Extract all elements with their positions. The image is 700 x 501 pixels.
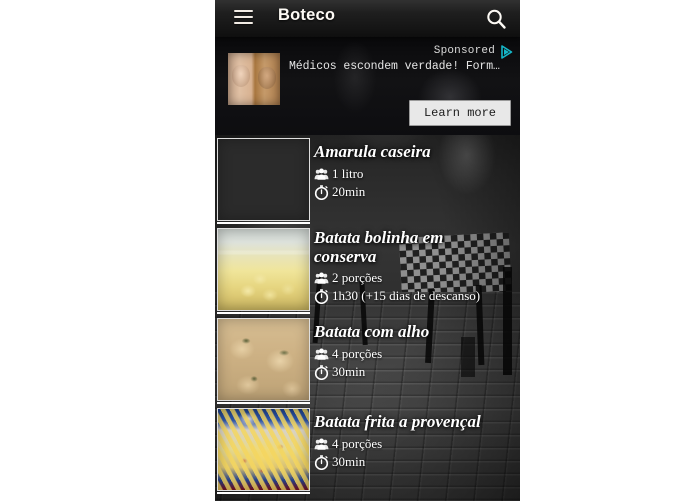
recipe-time: 1h30 (+15 dias de descanso) <box>332 288 481 303</box>
recipe-list-item[interactable]: Batata bolinha em conserva 2 porções 1h3… <box>215 225 520 315</box>
adchoices-icon[interactable] <box>500 45 514 59</box>
people-group-icon <box>314 167 329 182</box>
recipe-time-row: 1h30 (+15 dias de descanso) <box>314 287 516 305</box>
recipe-info: Amarula caseira 1 litro 20min <box>314 135 516 201</box>
recipe-meta: 1 litro 20min <box>314 165 516 201</box>
recipe-list-item[interactable]: Batata com alho 4 porções 30min <box>215 315 520 405</box>
recipe-thumbnail <box>217 138 310 221</box>
people-group-icon <box>314 437 329 452</box>
recipe-info: Batata frita a provençal 4 porções 30min <box>314 405 516 471</box>
ad-thumbnail-image <box>228 53 280 105</box>
recipe-meta: 4 porções 30min <box>314 345 516 381</box>
page-title: Boteco <box>278 6 336 24</box>
recipe-title: Batata com alho <box>314 322 430 341</box>
ad-banner[interactable]: Sponsored Médicos escondem verdade! Form… <box>215 37 520 135</box>
recipe-servings-row: 4 porções <box>314 435 516 453</box>
stopwatch-icon <box>314 288 329 304</box>
phone-screen: Boteco Sponsored Médicos escondem verdad… <box>215 0 520 501</box>
search-icon[interactable] <box>484 7 508 31</box>
stopwatch-icon <box>314 364 329 380</box>
recipe-divider <box>217 402 310 404</box>
recipe-list-item[interactable]: Batata frita a provençal 4 porções 30min <box>215 405 520 495</box>
recipe-divider <box>217 312 310 314</box>
recipe-list-item[interactable]: Amarula caseira 1 litro 20min <box>215 135 520 225</box>
recipe-thumbnail <box>217 228 310 311</box>
hamburger-menu-icon[interactable] <box>234 10 253 25</box>
recipe-servings-row: 1 litro <box>314 165 516 183</box>
recipe-time: 20min <box>332 184 366 199</box>
app-bar-shading <box>215 0 520 37</box>
people-group-icon <box>314 347 329 362</box>
recipe-divider <box>217 492 310 494</box>
recipe-servings: 2 porções <box>332 270 383 285</box>
recipe-thumbnail <box>217 408 310 491</box>
recipe-title: Amarula caseira <box>314 142 431 161</box>
recipe-servings: 4 porções <box>332 436 383 451</box>
app-bar: Boteco <box>215 0 520 37</box>
recipe-meta: 2 porções 1h30 (+15 dias de descanso) <box>314 269 516 305</box>
recipe-meta: 4 porções 30min <box>314 435 516 471</box>
recipe-info: Batata com alho 4 porções 30min <box>314 315 516 381</box>
recipe-title: Batata bolinha em conserva <box>314 228 444 266</box>
people-group-icon <box>314 271 329 286</box>
recipe-time-row: 30min <box>314 453 516 471</box>
stopwatch-icon <box>314 454 329 470</box>
ad-headline: Médicos escondem verdade! Form… <box>289 60 500 73</box>
ad-sponsored-label: Sponsored <box>433 45 495 57</box>
recipe-servings-row: 2 porções <box>314 269 516 287</box>
recipe-time-row: 30min <box>314 363 516 381</box>
recipe-time: 30min <box>332 454 366 469</box>
page-root: Boteco Sponsored Médicos escondem verdad… <box>0 0 700 501</box>
recipe-title: Batata frita a provençal <box>314 412 481 431</box>
recipe-time-row: 20min <box>314 183 516 201</box>
recipe-thumbnail <box>217 318 310 401</box>
recipe-servings: 1 litro <box>332 166 364 181</box>
recipe-time: 30min <box>332 364 366 379</box>
recipe-list[interactable]: Amarula caseira 1 litro 20min Batata bol… <box>215 135 520 501</box>
recipe-servings: 4 porções <box>332 346 383 361</box>
ad-learn-more-button[interactable]: Learn more <box>408 100 511 126</box>
stopwatch-icon <box>314 184 329 200</box>
recipe-servings-row: 4 porções <box>314 345 516 363</box>
recipe-divider <box>217 222 310 224</box>
recipe-info: Batata bolinha em conserva 2 porções 1h3… <box>314 225 516 305</box>
